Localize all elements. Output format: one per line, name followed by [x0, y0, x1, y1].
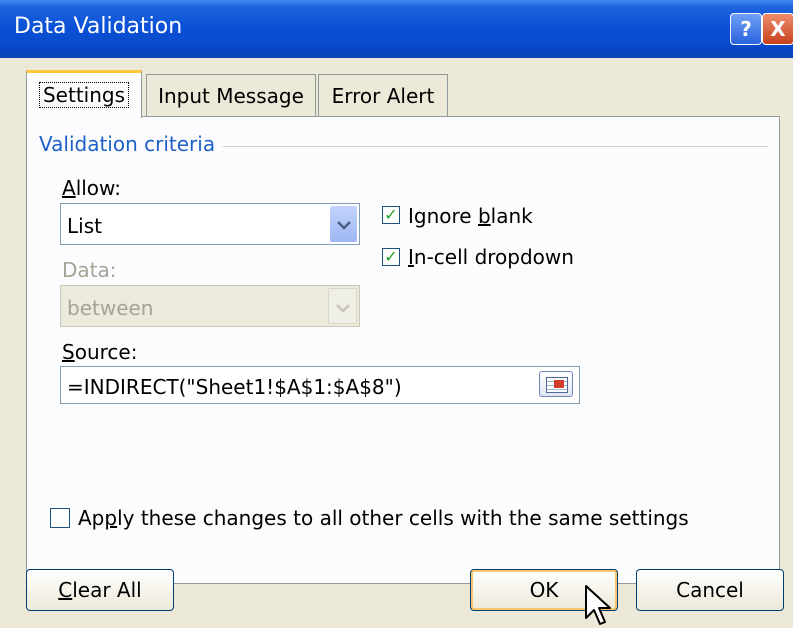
group-title: Validation criteria	[39, 132, 224, 156]
ok-label: OK	[529, 578, 559, 602]
data-label: Data:	[62, 258, 117, 282]
chevron-down-icon	[328, 288, 357, 324]
clear-all-button[interactable]: Clear All	[26, 569, 174, 611]
allow-select-value: List	[67, 214, 102, 238]
apply-all-checkbox[interactable]	[50, 508, 70, 528]
ignore-blank-rest: lank	[490, 204, 533, 228]
in-cell-dropdown-checkbox[interactable]: ✓	[382, 248, 400, 266]
mouse-pointer-icon	[585, 585, 611, 625]
tab-error-alert-label: Error Alert	[331, 84, 435, 108]
source-label: Source:	[62, 340, 137, 364]
close-button[interactable]: X	[762, 13, 793, 45]
group-divider	[210, 146, 768, 147]
in-cell-dropdown-label[interactable]: In-cell dropdown	[408, 245, 574, 269]
allow-label-access: A	[62, 176, 76, 200]
chevron-down-icon[interactable]	[330, 206, 357, 242]
ignore-blank-checkbox[interactable]: ✓	[382, 206, 400, 224]
cancel-label: Cancel	[676, 578, 744, 602]
source-label-access: S	[62, 340, 75, 364]
source-input[interactable]: =INDIRECT("Sheet1!$A$1:$A$8")	[60, 366, 580, 404]
clear-all-access: C	[58, 578, 73, 602]
apply-all-rest: ly these changes to all other cells with…	[117, 506, 689, 530]
ignore-blank-label[interactable]: Ignore blank	[408, 204, 533, 228]
tab-error-alert[interactable]: Error Alert	[318, 74, 448, 116]
clear-all-rest: lear All	[72, 578, 142, 602]
tab-settings[interactable]: Settings	[26, 70, 142, 118]
data-validation-dialog: Data Validation ? X Settings Input Messa…	[0, 0, 793, 628]
range-arrow-icon	[554, 380, 564, 388]
apply-all-label[interactable]: Apply these changes to all other cells w…	[78, 506, 689, 530]
source-label-rest: ource:	[74, 340, 138, 364]
ignore-blank-access: b	[477, 204, 491, 228]
allow-select[interactable]: List	[60, 203, 360, 245]
range-collapse-button[interactable]	[539, 371, 573, 397]
ignore-blank-prefix: Ignore	[408, 204, 478, 228]
title-bar[interactable]: Data Validation ? X	[0, 0, 793, 58]
data-select-value: between	[67, 296, 154, 320]
allow-label-rest: llow:	[75, 176, 122, 200]
cancel-button[interactable]: Cancel	[636, 569, 784, 611]
window-title: Data Validation	[14, 14, 183, 39]
tab-settings-label: Settings	[38, 82, 130, 108]
allow-label: Allow:	[62, 176, 121, 200]
data-select: between	[60, 285, 360, 327]
tab-input-message[interactable]: Input Message	[146, 74, 316, 116]
apply-all-prefix: Ap	[78, 506, 105, 530]
source-input-value: =INDIRECT("Sheet1!$A$1:$A$8")	[67, 375, 402, 399]
tab-input-message-label: Input Message	[158, 84, 304, 108]
in-cell-dropdown-rest: n-cell dropdown	[413, 245, 574, 269]
help-button[interactable]: ?	[730, 13, 762, 45]
apply-all-access: p	[104, 506, 118, 530]
